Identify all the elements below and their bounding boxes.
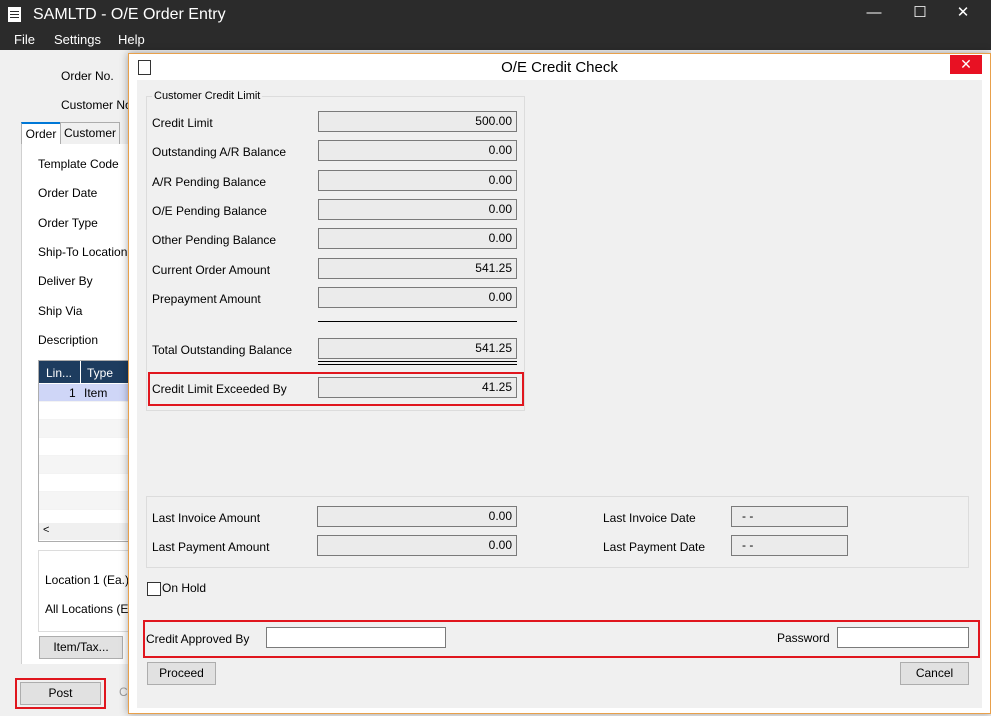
dialog-body: Customer Credit Limit Credit Limit 500.0…: [137, 80, 982, 708]
password-label: Password: [777, 631, 830, 645]
grid-header-divider: [80, 361, 81, 383]
menu-file[interactable]: File: [14, 32, 35, 47]
location-label: Location: [45, 573, 91, 587]
table-row[interactable]: 1 Item: [39, 384, 131, 402]
menu-settings[interactable]: Settings: [54, 32, 101, 47]
credit-check-dialog: O/E Credit Check ✕ Customer Credit Limit…: [128, 53, 991, 714]
ship-via-label: Ship Via: [38, 304, 83, 318]
scroll-left-icon[interactable]: <: [43, 524, 49, 536]
ship-to-location-label: Ship-To Location: [38, 245, 128, 259]
current-order-amount-field: 541.25: [318, 258, 517, 279]
other-pending-balance-label: Other Pending Balance: [152, 233, 277, 247]
grid-header-type[interactable]: Type: [87, 366, 113, 380]
tab-order[interactable]: Order: [21, 122, 61, 146]
last-payment-date-label: Last Payment Date: [603, 540, 706, 554]
last-invoice-date-field: - -: [731, 506, 848, 527]
last-invoice-amount-field: 0.00: [317, 506, 517, 527]
post-button[interactable]: Post: [20, 682, 101, 705]
order-no-label: Order No.: [61, 69, 114, 83]
close-button[interactable]: ✕: [940, 0, 986, 30]
group-title: Customer Credit Limit: [152, 90, 263, 102]
prepayment-amount-field: 0.00: [318, 287, 517, 308]
grid-horizontal-scrollbar[interactable]: <: [39, 523, 131, 540]
last-payment-amount-label: Last Payment Amount: [152, 540, 270, 554]
order-date-label: Order Date: [38, 186, 98, 200]
title-bar: SAMLTD - O/E Order Entry — ☐ ✕: [0, 0, 991, 30]
total-double-rule-1: [318, 361, 517, 362]
last-invoice-amount-label: Last Invoice Amount: [152, 511, 261, 525]
table-row[interactable]: [39, 456, 131, 474]
credit-limit-exceeded-label: Credit Limit Exceeded By: [152, 382, 287, 396]
order-type-label: Order Type: [38, 216, 98, 230]
description-label: Description: [38, 333, 99, 347]
grid-cell-type: Item: [84, 386, 108, 400]
total-double-rule-2: [318, 364, 517, 365]
app-document-icon: [8, 7, 21, 22]
window-title: SAMLTD - O/E Order Entry: [33, 6, 226, 23]
last-invoice-date-label: Last Invoice Date: [603, 511, 696, 525]
table-row[interactable]: [39, 402, 131, 420]
oe-pending-balance-field: 0.00: [318, 199, 517, 220]
credit-approved-by-label: Credit Approved By: [146, 632, 250, 646]
all-locations-label: All Locations (Ea.: [45, 602, 139, 616]
cancel-button[interactable]: Cancel: [900, 662, 969, 685]
item-tax-button[interactable]: Item/Tax...: [39, 636, 123, 659]
deliver-by-label: Deliver By: [38, 274, 93, 288]
menu-help[interactable]: Help: [118, 32, 145, 47]
template-code-label: Template Code: [38, 157, 119, 171]
maximize-button[interactable]: ☐: [897, 0, 943, 30]
current-order-amount-label: Current Order Amount: [152, 263, 271, 277]
partial-button-label[interactable]: C: [119, 685, 128, 699]
total-outstanding-balance-field: 541.25: [318, 338, 517, 359]
on-hold-checkbox[interactable]: [147, 582, 161, 596]
credit-limit-field: 500.00: [318, 111, 517, 132]
grid-header-line[interactable]: Lin...: [46, 366, 72, 380]
tab-customer[interactable]: Customer: [60, 122, 120, 145]
dialog-title: O/E Credit Check: [501, 59, 618, 76]
menu-bar: File Settings Help: [0, 30, 991, 50]
on-hold-label: On Hold: [162, 581, 207, 595]
credit-limit-exceeded-field: 41.25: [318, 377, 517, 398]
other-pending-balance-field: 0.00: [318, 228, 517, 249]
credit-limit-label: Credit Limit: [152, 116, 213, 130]
minimize-button[interactable]: —: [851, 0, 897, 30]
last-payment-amount-field: 0.00: [317, 535, 517, 556]
dialog-close-button[interactable]: ✕: [950, 55, 982, 74]
last-payment-date-field: - -: [731, 535, 848, 556]
grid-header: Lin... Type: [39, 361, 131, 383]
password-input[interactable]: [837, 627, 969, 648]
table-row[interactable]: [39, 474, 131, 492]
prepayment-amount-label: Prepayment Amount: [152, 292, 261, 306]
order-lines-grid[interactable]: Lin... Type 1 Item <: [38, 360, 132, 542]
customer-no-label: Customer No.: [61, 98, 136, 112]
location-value: 1 (Ea.): [93, 573, 130, 587]
dialog-title-bar: O/E Credit Check ✕: [129, 54, 990, 80]
proceed-button[interactable]: Proceed: [147, 662, 216, 685]
outstanding-ar-balance-label: Outstanding A/R Balance: [152, 145, 287, 159]
table-row[interactable]: [39, 420, 131, 438]
outstanding-ar-balance-field: 0.00: [318, 140, 517, 161]
location-group: [38, 550, 132, 632]
grid-cell-line: 1: [69, 386, 76, 400]
credit-approved-by-input[interactable]: [266, 627, 446, 648]
total-outstanding-balance-label: Total Outstanding Balance: [152, 343, 293, 357]
table-row[interactable]: [39, 438, 131, 456]
table-row[interactable]: [39, 492, 131, 510]
subtotal-rule: [318, 321, 517, 322]
ar-pending-balance-label: A/R Pending Balance: [152, 175, 267, 189]
ar-pending-balance-field: 0.00: [318, 170, 517, 191]
oe-pending-balance-label: O/E Pending Balance: [152, 204, 267, 218]
